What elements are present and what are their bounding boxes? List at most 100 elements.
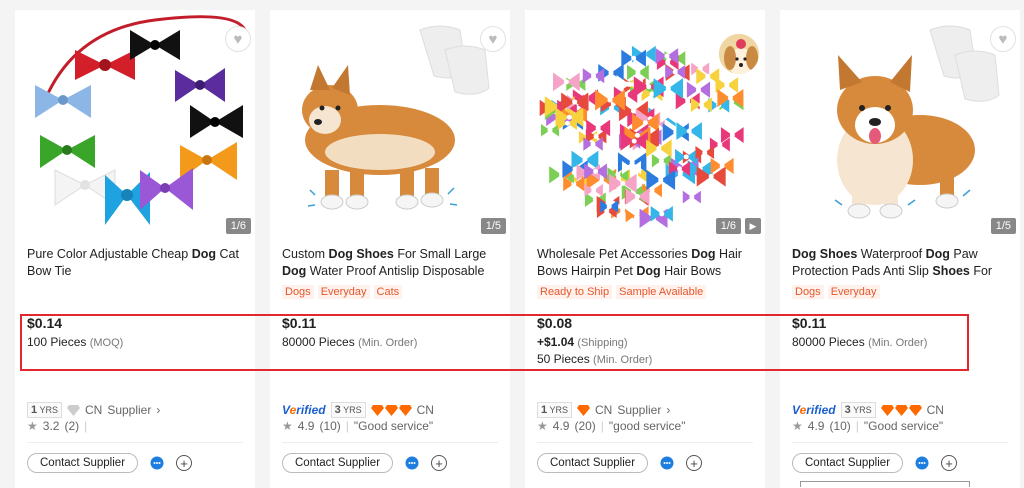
min-order: 80000 Pieces (Min. Order) — [282, 335, 417, 349]
supplier-country: CN — [594, 403, 613, 417]
contact-supplier-button[interactable]: Contact Supplier — [792, 453, 904, 473]
card-actions: Contact Supplier + — [27, 453, 193, 473]
tag: Sample Available — [616, 285, 707, 299]
contact-supplier-button[interactable]: Contact Supplier — [537, 453, 649, 473]
product-card[interactable]: ♥ 1/5 Custom Dog Shoes For Small Large D… — [270, 10, 510, 488]
supplier-label[interactable]: Supplier — [617, 403, 661, 417]
image-counter: 1/5 — [480, 218, 506, 234]
add-to-compare-icon[interactable]: + — [176, 455, 193, 471]
min-order: 100 Pieces (MOQ) — [27, 335, 123, 349]
product-title[interactable]: Wholesale Pet Accessories Dog Hair Bows … — [537, 246, 759, 280]
tag: Everyday — [317, 285, 370, 299]
star-icon: ★ — [792, 419, 803, 433]
supplier-label[interactable]: Supplier — [107, 403, 151, 417]
title-segment: Dog — [282, 264, 307, 278]
play-video-icon[interactable]: ▶ — [745, 218, 761, 234]
years-badge: 3 YRS — [840, 402, 876, 418]
tag: Cats — [373, 285, 403, 299]
seller-avatar[interactable] — [717, 32, 761, 76]
favorite-heart-icon[interactable]: ♥ — [480, 26, 506, 52]
supplier-country: CN — [926, 403, 944, 417]
product-card[interactable]: ♥ 1/5 Dog Shoes Waterproof Dog Paw Prote… — [780, 10, 1020, 488]
divider — [27, 442, 243, 443]
dog-paw-pads-image — [834, 25, 1000, 219]
chat-icon[interactable] — [915, 456, 929, 470]
review-count[interactable]: (10) — [319, 419, 340, 433]
shipping-cost: +$1.04 (Shipping) — [537, 335, 628, 349]
title-segment: Hair Bows — [660, 264, 722, 278]
title-segment: Dog — [636, 264, 661, 278]
title-segment: Dog — [191, 247, 216, 261]
diamond-icon — [894, 404, 908, 416]
title-segment: Dog Shoes — [792, 247, 858, 261]
product-image[interactable]: 1/6 ▶ — [525, 10, 765, 242]
review-count[interactable]: (2) — [64, 419, 79, 433]
rating-value: 3.2 — [42, 419, 60, 433]
title-segment: For Small Large — [393, 247, 487, 261]
image-counter: 1/6 — [225, 218, 251, 234]
diamond-icon — [384, 404, 398, 416]
supplier-info[interactable]: Verified 3 YRS CN — [792, 402, 944, 418]
product-image[interactable]: ♥ 1/5 — [270, 10, 510, 242]
product-card[interactable]: 1/6 ▶ Wholesale Pet Accessories Dog Hair… — [525, 10, 765, 488]
favorite-heart-icon[interactable]: ♥ — [225, 26, 251, 52]
review-quote: "Good service" — [863, 419, 944, 433]
product-image[interactable]: ♥ 1/5 — [780, 10, 1020, 242]
chevron-right-icon: › — [666, 403, 671, 417]
title-segment: Waterproof — [857, 247, 926, 261]
supplier-country: CN — [84, 403, 103, 417]
rating-value: 4.9 — [297, 419, 315, 433]
supplier-info[interactable]: 1 YRS CN Supplier › — [537, 402, 670, 418]
product-image[interactable]: ♥ 1/6 — [15, 10, 255, 242]
favorite-heart-icon[interactable]: ♥ — [990, 26, 1016, 52]
title-segment: Dog — [691, 247, 716, 261]
card-actions: Contact Supplier + — [537, 453, 703, 473]
card-actions: Contact Supplier + — [282, 453, 448, 473]
add-to-compare-icon[interactable]: + — [431, 455, 448, 471]
supplier-info[interactable]: Verified 3 YRS CN — [282, 402, 434, 418]
contact-supplier-button[interactable]: Contact Supplier — [27, 453, 139, 473]
rating-value: 4.9 — [552, 419, 570, 433]
moq-value: 80000 Pieces — [792, 335, 865, 349]
star-icon: ★ — [537, 419, 548, 433]
product-card[interactable]: ♥ 1/6 Pure Color Adjustable Cheap Dog Ca… — [15, 10, 255, 488]
contact-supplier-button[interactable]: Contact Supplier — [282, 453, 394, 473]
product-price: $0.08 — [537, 315, 573, 331]
star-icon: ★ — [282, 419, 293, 433]
product-title[interactable]: Dog Shoes Waterproof Dog Paw Protection … — [792, 246, 1014, 280]
diamond-rating — [880, 404, 922, 416]
moq-note: (MOQ) — [89, 337, 124, 349]
product-grid: ♥ 1/6 Pure Color Adjustable Cheap Dog Ca… — [15, 10, 1020, 488]
diamond-icon — [576, 404, 590, 416]
image-counter: 1/6 — [715, 218, 741, 234]
shipping-note: (Shipping) — [577, 337, 628, 349]
diamond-icon — [880, 404, 894, 416]
review-count[interactable]: (10) — [829, 419, 850, 433]
title-segment: For — [969, 264, 993, 278]
chat-icon[interactable] — [660, 456, 674, 470]
chat-icon[interactable] — [150, 456, 164, 470]
moq-note: (Min. Order) — [358, 337, 418, 349]
product-title[interactable]: Pure Color Adjustable Cheap Dog Cat Bow … — [27, 246, 249, 280]
supplier-country: CN — [416, 403, 434, 417]
moq-value: 80000 Pieces — [282, 335, 355, 349]
chevron-right-icon: › — [156, 403, 161, 417]
title-segment: Shoes — [932, 264, 970, 278]
tag: Ready to Ship — [537, 285, 613, 299]
product-price: $0.11 — [282, 315, 317, 331]
add-to-compare-icon[interactable]: + — [941, 455, 958, 471]
shipping-value: +$1.04 — [537, 335, 575, 349]
separator: | — [855, 419, 859, 433]
separator: | — [345, 419, 349, 433]
product-title[interactable]: Custom Dog Shoes For Small Large Dog Wat… — [282, 246, 504, 280]
supplier-info[interactable]: 1 YRS CN Supplier › — [27, 402, 160, 418]
review-count[interactable]: (20) — [574, 419, 595, 433]
min-order: 50 Pieces (Min. Order) — [537, 352, 652, 366]
rating-value: 4.9 — [807, 419, 825, 433]
add-to-compare-icon[interactable]: + — [686, 455, 703, 471]
chat-icon[interactable] — [405, 456, 419, 470]
star-icon: ★ — [27, 419, 38, 433]
verified-badge: Verified — [282, 403, 326, 417]
bow-ties-image — [35, 15, 247, 225]
tag: Everyday — [827, 285, 880, 299]
